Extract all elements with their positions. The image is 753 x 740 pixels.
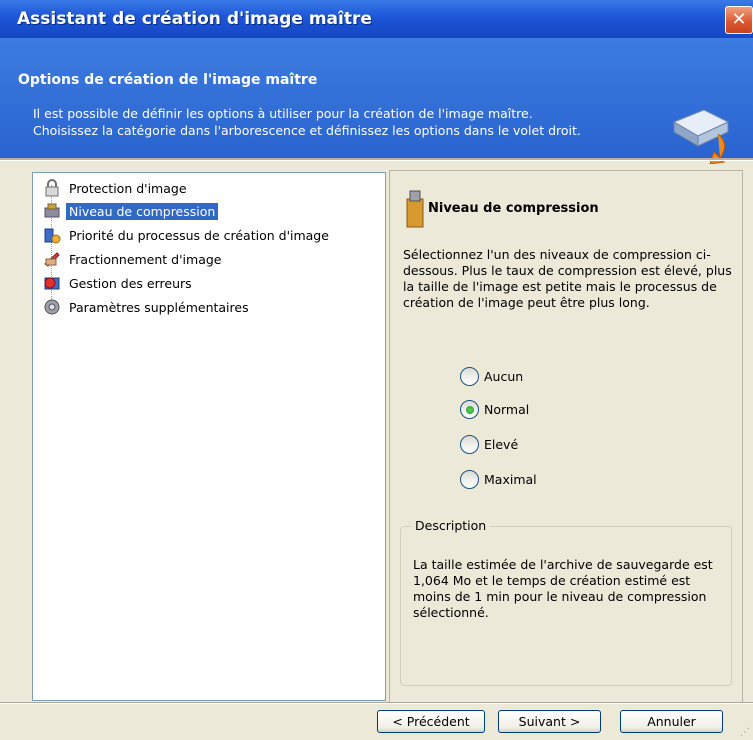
previous-button[interactable]: < Précédent: [377, 710, 485, 733]
radio-button[interactable]: [460, 367, 479, 386]
header-title: Options de création de l'image maître: [18, 72, 318, 88]
tree-item-label: Gestion des erreurs: [69, 275, 192, 291]
wizard-header: Options de création de l'image maître Il…: [0, 38, 753, 164]
header-line-2: Choisissez la catégorie dans l'arboresce…: [33, 123, 581, 138]
title-bar[interactable]: Assistant de création d'image maître ✕: [0, 0, 753, 38]
radio-button[interactable]: [460, 470, 479, 489]
wizard-window: Assistant de création d'image maître ✕ O…: [0, 0, 753, 740]
tree-item-additional[interactable]: Paramètres supplémentaires: [43, 296, 252, 318]
groupbox-label: Description: [411, 518, 491, 533]
radio-option-maximal[interactable]: Maximal: [460, 470, 537, 489]
radio-option-high[interactable]: Elevé: [460, 435, 518, 454]
options-panel: Niveau de compression Sélectionnez l'un …: [389, 170, 743, 703]
radio-label: Aucun: [484, 369, 524, 384]
radio-label: Normal: [484, 402, 530, 417]
next-button[interactable]: Suivant >: [498, 710, 601, 733]
tree-item-label: Niveau de compression: [66, 202, 219, 220]
tree-item-errors[interactable]: Gestion des erreurs: [43, 272, 195, 294]
priority-icon: [44, 228, 61, 244]
tree-item-protection[interactable]: Protection d'image: [43, 177, 190, 199]
tree-item-label: Priorité du processus de création d'imag…: [69, 227, 329, 243]
radio-option-normal[interactable]: Normal: [460, 400, 529, 419]
tree-item-priority[interactable]: Priorité du processus de création d'imag…: [43, 224, 332, 246]
radio-label: Elevé: [484, 437, 519, 452]
split-icon: [44, 252, 60, 267]
disk-arrow-icon: [672, 109, 730, 164]
radio-button-checked[interactable]: [460, 400, 479, 419]
header-line-1: Il est possible de définir les options à…: [33, 106, 533, 121]
tree-item-compression[interactable]: Niveau de compression: [43, 200, 219, 222]
footer-separator: [0, 702, 753, 704]
options-tree[interactable]: Protection d'image Niveau de compression…: [32, 172, 386, 701]
close-button[interactable]: ✕: [725, 6, 753, 34]
tree-item-splitting[interactable]: Fractionnement d'image: [43, 248, 224, 270]
resize-grip-icon[interactable]: ⋰: [740, 727, 750, 738]
radio-option-none[interactable]: Aucun: [460, 367, 523, 386]
description-groupbox: Description La taille estimée de l'archi…: [400, 518, 732, 686]
tree-item-label: Paramètres supplémentaires: [69, 299, 249, 315]
compression-icon: [44, 203, 60, 218]
window-title: Assistant de création d'image maître: [17, 9, 372, 29]
error-icon: [44, 277, 60, 290]
header-separator: [0, 158, 753, 161]
radio-label: Maximal: [484, 472, 537, 487]
radio-button[interactable]: [460, 435, 479, 454]
tree-item-label: Fractionnement d'image: [69, 251, 222, 267]
tree-item-label: Protection d'image: [69, 180, 187, 196]
cancel-button[interactable]: Annuler: [620, 710, 723, 733]
compression-box-icon: [406, 190, 424, 228]
settings-icon: [44, 299, 60, 315]
groupbox-text: La taille estimée de l'archive de sauveg…: [413, 557, 713, 620]
panel-description: Sélectionnez l'un des niveaux de compres…: [403, 247, 732, 310]
panel-title: Niveau de compression: [428, 201, 599, 216]
lock-icon: [45, 179, 59, 197]
